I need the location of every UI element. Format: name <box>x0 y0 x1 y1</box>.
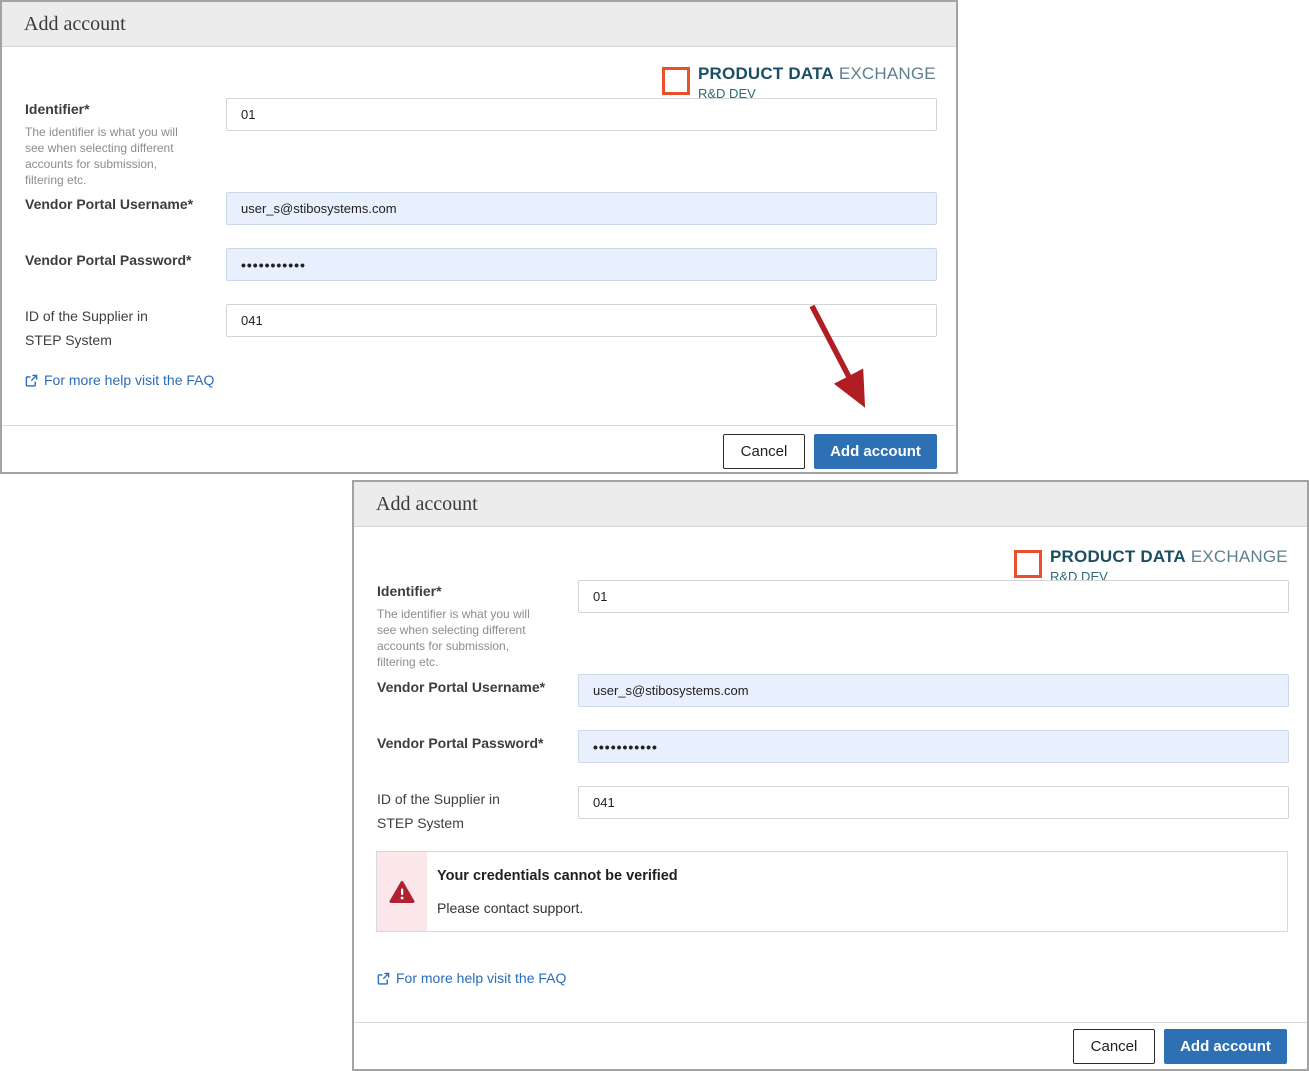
logo-square-icon <box>1014 550 1042 578</box>
logo-square-icon <box>662 67 690 95</box>
cancel-button[interactable]: Cancel <box>1073 1029 1155 1064</box>
supplier-id-input[interactable] <box>226 304 937 337</box>
faq-link[interactable]: For more help visit the FAQ <box>25 372 214 388</box>
faq-link[interactable]: For more help visit the FAQ <box>377 970 566 986</box>
logo-brand-bold: PRODUCT DATA <box>698 64 834 83</box>
error-icon-strip <box>377 852 427 931</box>
identifier-input[interactable] <box>226 98 937 131</box>
username-label: Vendor Portal Username* <box>377 679 545 695</box>
external-link-icon <box>25 374 38 387</box>
footer-separator <box>2 425 956 426</box>
dialog-title: Add account <box>376 493 478 516</box>
logo-brand-light: EXCHANGE <box>839 64 936 83</box>
dialog-header: Add account <box>2 2 956 47</box>
identifier-help-text: The identifier is what you will see when… <box>377 606 551 670</box>
faq-link-label: For more help visit the FAQ <box>44 372 214 388</box>
error-message: Please contact support. <box>437 900 583 916</box>
password-input[interactable] <box>578 730 1289 763</box>
identifier-help-text: The identifier is what you will see when… <box>25 124 199 188</box>
supplier-id-label: ID of the Supplier in STEP System <box>25 304 187 352</box>
logo-brand-light: EXCHANGE <box>1191 547 1288 566</box>
error-title: Your credentials cannot be verified <box>437 868 678 884</box>
warning-triangle-icon <box>389 880 415 904</box>
password-label: Vendor Portal Password* <box>25 252 192 268</box>
page: Add account PRODUCT DATA EXCHANGE R&D DE… <box>0 0 1309 1071</box>
faq-link-label: For more help visit the FAQ <box>396 970 566 986</box>
dialog-header: Add account <box>354 482 1307 527</box>
password-input[interactable] <box>226 248 937 281</box>
username-input[interactable] <box>578 674 1289 707</box>
username-label: Vendor Portal Username* <box>25 196 193 212</box>
dialog-title: Add account <box>24 13 126 36</box>
identifier-label: Identifier* <box>25 101 90 117</box>
logo-brand-line: PRODUCT DATA EXCHANGE <box>1050 547 1288 567</box>
supplier-id-label: ID of the Supplier in STEP System <box>377 787 539 835</box>
add-account-button[interactable]: Add account <box>814 434 937 469</box>
credentials-error-alert: Your credentials cannot be verified Plea… <box>376 851 1288 932</box>
username-input[interactable] <box>226 192 937 225</box>
logo-brand-bold: PRODUCT DATA <box>1050 547 1186 566</box>
identifier-label: Identifier* <box>377 583 442 599</box>
add-account-dialog-1: Add account PRODUCT DATA EXCHANGE R&D DE… <box>0 0 958 474</box>
supplier-id-input[interactable] <box>578 786 1289 819</box>
footer-separator <box>354 1022 1307 1023</box>
identifier-input[interactable] <box>578 580 1289 613</box>
logo-brand-line: PRODUCT DATA EXCHANGE <box>698 64 936 84</box>
add-account-dialog-2: Add account PRODUCT DATA EXCHANGE R&D DE… <box>352 480 1309 1071</box>
cancel-button[interactable]: Cancel <box>723 434 805 469</box>
password-label: Vendor Portal Password* <box>377 735 544 751</box>
add-account-button[interactable]: Add account <box>1164 1029 1287 1064</box>
external-link-icon <box>377 972 390 985</box>
